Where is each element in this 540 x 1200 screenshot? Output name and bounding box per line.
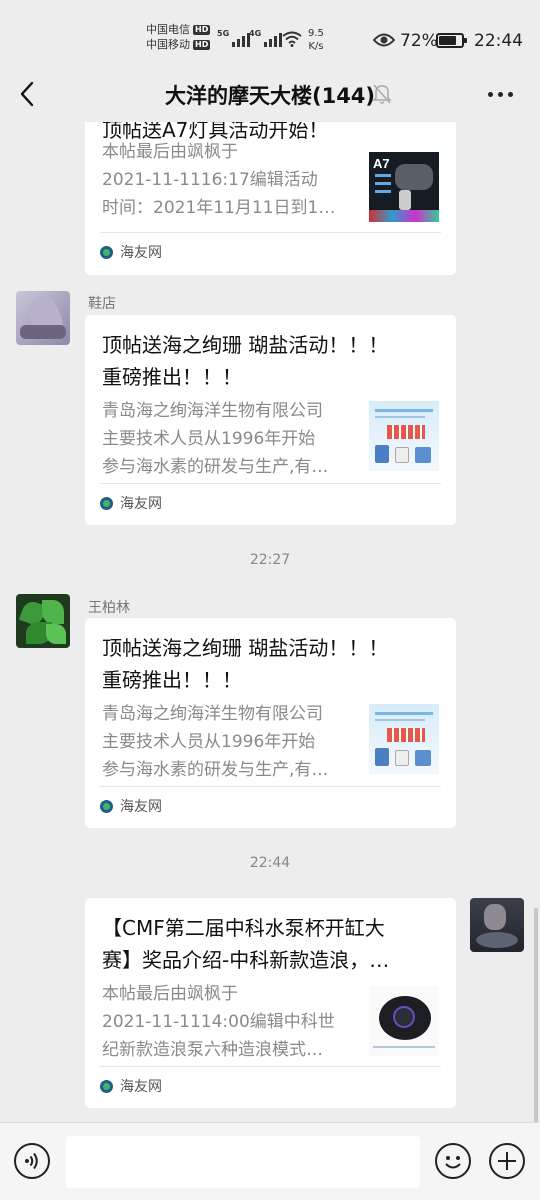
- status-time: 22:44: [474, 31, 523, 51]
- net-label-2: 4G: [249, 29, 262, 38]
- message-timestamp: 22:27: [249, 552, 291, 568]
- eye-comfort-icon: [373, 33, 395, 47]
- battery-percent: 72%: [400, 31, 438, 51]
- card-thumbnail: [369, 401, 439, 471]
- wifi-icon: [282, 31, 302, 47]
- plus-icon[interactable]: [489, 1143, 525, 1179]
- net-label-1: 5G: [217, 29, 230, 38]
- card-thumbnail: A7: [369, 152, 439, 222]
- voice-icon[interactable]: [14, 1143, 50, 1179]
- speed-unit: K/s: [308, 41, 324, 52]
- signal-icon-4g: 4G: [249, 29, 283, 47]
- card-title: 顶帖送海之绚珊 瑚盐活动！！！ 重磅推出！！！: [102, 333, 389, 389]
- hd-badge-1: HD: [193, 24, 211, 35]
- message-input[interactable]: [66, 1136, 420, 1188]
- avatar[interactable]: [470, 898, 524, 952]
- source-logo-icon: [100, 245, 113, 259]
- card-description: 本帖最后由飒枫于 2021-11-1116:17编辑活动 时间：2021年11月…: [102, 142, 336, 218]
- carrier-2: 中国移动: [146, 38, 190, 51]
- card-thumbnail: [369, 704, 439, 774]
- card-source: 海友网: [100, 1076, 162, 1096]
- card-thumbnail: [369, 986, 439, 1056]
- link-card-message[interactable]: 顶帖送A7灯具活动开始！ 本帖最后由飒枫于 2021-11-1116:17编辑活…: [85, 122, 456, 275]
- emoji-icon[interactable]: [435, 1143, 471, 1179]
- sender-name: 王柏林: [88, 600, 130, 616]
- link-card-message[interactable]: 顶帖送海之绚珊 瑚盐活动！！！ 重磅推出！！！ 青岛海之绚海洋生物有限公司 主要…: [85, 315, 456, 525]
- source-logo-icon: [100, 496, 113, 510]
- message-list[interactable]: 顶帖送A7灯具活动开始！ 本帖最后由飒枫于 2021-11-1116:17编辑活…: [0, 122, 540, 1122]
- card-source: 海友网: [100, 796, 162, 816]
- card-source: 海友网: [100, 242, 162, 262]
- battery-icon: [436, 33, 467, 48]
- speed-value: 9.5: [308, 28, 324, 39]
- network-speed: 9.5 K/s: [308, 27, 324, 53]
- bell-off-icon: [372, 84, 392, 104]
- more-dots-icon[interactable]: [488, 92, 513, 97]
- source-logo-icon: [100, 1079, 113, 1093]
- page-title: 大洋的摩天大楼(144): [164, 84, 376, 108]
- card-description: 青岛海之绚海洋生物有限公司 主要技术人员从1996年开始 参与海水素的研发与生产…: [102, 704, 329, 780]
- card-title: 顶帖送海之绚珊 瑚盐活动！！！ 重磅推出！！！: [102, 636, 389, 692]
- source-logo-icon: [100, 799, 113, 813]
- status-bar: 中国电信 HD 中国移动 HD 5G 4G 9.5 K/s 72% 22:44: [0, 0, 540, 66]
- thumbnail-label: A7: [373, 156, 390, 171]
- signal-icon-5g: 5G: [217, 29, 251, 47]
- sender-name: 鞋店: [88, 296, 116, 312]
- scrollbar[interactable]: [534, 908, 538, 1123]
- avatar[interactable]: [16, 594, 70, 648]
- card-description: 青岛海之绚海洋生物有限公司 主要技术人员从1996年开始 参与海水素的研发与生产…: [102, 401, 329, 477]
- card-description: 本帖最后由飒枫于 2021-11-1114:00编辑中科世 纪新款造浪泵六种造浪…: [102, 984, 335, 1060]
- input-bar: [0, 1122, 540, 1200]
- hd-badge-2: HD: [193, 39, 211, 50]
- avatar[interactable]: [16, 291, 70, 345]
- chat-header: 大洋的摩天大楼(144): [0, 66, 540, 122]
- card-source: 海友网: [100, 493, 162, 513]
- link-card-message[interactable]: 顶帖送海之绚珊 瑚盐活动！！！ 重磅推出！！！ 青岛海之绚海洋生物有限公司 主要…: [85, 618, 456, 828]
- card-title: 【CMF第二届中科水泵杯开缸大 赛】奖品介绍-中科新款造浪，…: [102, 916, 390, 972]
- message-timestamp: 22:44: [249, 855, 291, 871]
- link-card-message[interactable]: 【CMF第二届中科水泵杯开缸大 赛】奖品介绍-中科新款造浪，… 本帖最后由飒枫于…: [85, 898, 456, 1108]
- carrier-info: 中国电信 HD 中国移动 HD: [146, 22, 211, 52]
- carrier-1: 中国电信: [146, 23, 190, 36]
